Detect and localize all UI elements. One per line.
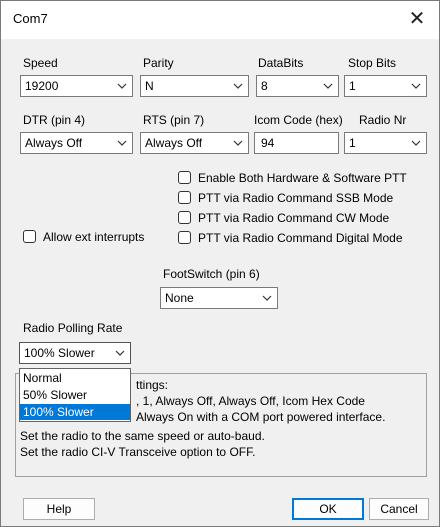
- info-line-5: Set the radio CI-V Transceive option to …: [20, 445, 256, 459]
- title-bar: Com7 ✕: [1, 1, 439, 39]
- speed-select[interactable]: 19200: [20, 75, 133, 97]
- checkbox-box[interactable]: [178, 171, 191, 184]
- info-line-2-end: , 1, Always Off, Always Off, Icom Hex Co…: [136, 394, 365, 408]
- checkbox-box[interactable]: [23, 230, 36, 243]
- stopbits-select[interactable]: 1: [344, 75, 427, 97]
- chevron-down-icon: [117, 83, 127, 89]
- icom-code-label: Icom Code (hex): [254, 113, 343, 127]
- chevron-down-icon: [233, 140, 243, 146]
- chevron-down-icon: [233, 83, 243, 89]
- databits-value: 8: [261, 79, 268, 93]
- speed-label: Speed: [23, 56, 58, 70]
- polling-rate-dropdown: Normal 50% Slower 100% Slower: [19, 368, 131, 422]
- parity-select[interactable]: N: [140, 75, 249, 97]
- rts-value: Always Off: [145, 136, 203, 150]
- info-line-3-end: Always On with a COM port powered interf…: [136, 410, 386, 424]
- ptt-ssb-label: PTT via Radio Command SSB Mode: [198, 191, 394, 205]
- chevron-down-icon: [323, 83, 333, 89]
- checkbox-box[interactable]: [178, 211, 191, 224]
- window-title: Com7: [13, 11, 48, 26]
- polling-rate-label: Radio Polling Rate: [23, 321, 123, 335]
- info-line-4: Set the radio to the same speed or auto-…: [20, 429, 265, 443]
- polling-rate-select[interactable]: 100% Slower: [19, 342, 131, 364]
- parity-label: Parity: [143, 56, 174, 70]
- polling-rate-value: 100% Slower: [24, 346, 95, 360]
- help-button[interactable]: Help: [23, 498, 95, 520]
- radio-nr-value: 1: [349, 136, 356, 150]
- polling-option-100-slower[interactable]: 100% Slower: [20, 404, 130, 420]
- ptt-cw-label: PTT via Radio Command CW Mode: [198, 211, 390, 225]
- polling-option-normal[interactable]: Normal: [20, 370, 130, 386]
- dtr-label: DTR (pin 4): [23, 113, 86, 127]
- footswitch-label: FootSwitch (pin 6): [163, 267, 260, 281]
- chevron-down-icon: [262, 295, 272, 301]
- polling-option-50-slower[interactable]: 50% Slower: [20, 387, 130, 403]
- checkbox-box[interactable]: [178, 231, 191, 244]
- allow-ext-interrupts-label: Allow ext interrupts: [43, 230, 145, 244]
- dtr-select[interactable]: Always Off: [20, 132, 133, 154]
- stopbits-label: Stop Bits: [348, 56, 397, 70]
- dtr-value: Always Off: [25, 136, 83, 150]
- ok-button[interactable]: OK: [292, 498, 364, 520]
- enable-both-ptt-label: Enable Both Hardware & Software PTT: [198, 171, 407, 185]
- parity-value: N: [145, 79, 154, 93]
- footswitch-value: None: [165, 291, 194, 305]
- radio-nr-label: Radio Nr: [359, 113, 407, 127]
- footswitch-select[interactable]: None: [160, 287, 278, 309]
- chevron-down-icon: [411, 140, 421, 146]
- chevron-down-icon: [115, 350, 125, 356]
- rts-select[interactable]: Always Off: [140, 132, 249, 154]
- chevron-down-icon: [411, 83, 421, 89]
- icom-code-value: 94: [261, 136, 275, 150]
- cancel-button[interactable]: Cancel: [369, 498, 429, 520]
- info-line-1-end: ttings:: [136, 378, 169, 392]
- icom-code-input[interactable]: 94: [254, 132, 339, 154]
- databits-label: DataBits: [258, 56, 304, 70]
- speed-value: 19200: [25, 79, 59, 93]
- chevron-down-icon: [117, 140, 127, 146]
- databits-select[interactable]: 8: [256, 75, 339, 97]
- close-icon[interactable]: ✕: [403, 5, 431, 33]
- checkbox-box[interactable]: [178, 191, 191, 204]
- rts-label: RTS (pin 7): [143, 113, 205, 127]
- radio-nr-select[interactable]: 1: [344, 132, 427, 154]
- ptt-digital-label: PTT via Radio Command Digital Mode: [198, 231, 403, 245]
- stopbits-value: 1: [349, 79, 356, 93]
- com-settings-dialog: Com7 ✕ Speed Parity DataBits Stop Bits 1…: [0, 0, 440, 527]
